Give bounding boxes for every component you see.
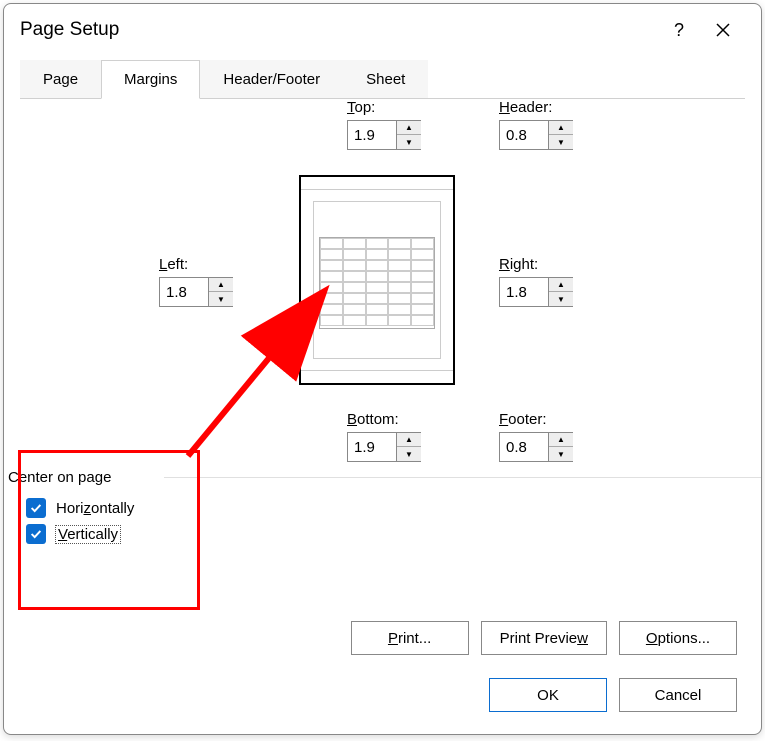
ok-button[interactable]: OK [489,678,607,712]
bottom-spin-up[interactable]: ▲ [397,433,421,447]
check-icon [29,527,43,541]
horizontally-checkbox[interactable] [26,498,46,518]
top-spinner[interactable]: ▲▼ [347,120,421,150]
page-setup-dialog: Page Setup ? Page Margins Header/Footer … [3,3,762,735]
top-spin-up[interactable]: ▲ [397,121,421,135]
footer-spin-down[interactable]: ▼ [549,447,573,461]
tab-header-footer[interactable]: Header/Footer [200,60,343,98]
bottom-label: Bottom: [347,411,421,428]
page-preview [299,175,455,385]
dialog-title: Page Setup [20,19,657,41]
margins-panel: Top: ▲▼ Header: ▲▼ Left: ▲▼ Right: [4,99,761,659]
left-spin-down[interactable]: ▼ [209,292,233,306]
close-icon [715,22,731,38]
tab-page[interactable]: Page [20,60,101,98]
right-label: Right: [499,256,573,273]
left-spinner[interactable]: ▲▼ [159,277,233,307]
right-spin-up[interactable]: ▲ [549,278,573,292]
tab-bar: Page Margins Header/Footer Sheet [20,60,745,99]
print-preview-button[interactable]: Print Preview [481,621,607,655]
tab-sheet[interactable]: Sheet [343,60,428,98]
header-label: Header: [499,99,573,116]
cancel-button[interactable]: Cancel [619,678,737,712]
top-label: Top: [347,99,421,116]
footer-input[interactable] [500,433,548,461]
footer-spinner[interactable]: ▲▼ [499,432,573,462]
horizontally-label: Horizontally [56,500,134,517]
close-button[interactable] [701,14,745,46]
header-spin-down[interactable]: ▼ [549,135,573,149]
bottom-spin-down[interactable]: ▼ [397,447,421,461]
header-input[interactable] [500,121,548,149]
bottom-input[interactable] [348,433,396,461]
help-button[interactable]: ? [657,14,701,46]
left-spin-up[interactable]: ▲ [209,278,233,292]
footer-spin-up[interactable]: ▲ [549,433,573,447]
top-spin-down[interactable]: ▼ [397,135,421,149]
check-icon [29,501,43,515]
center-on-page-legend: Center on page [8,469,368,486]
preview-grid [319,237,435,329]
print-button[interactable]: Print... [351,621,469,655]
vertically-checkbox[interactable] [26,524,46,544]
bottom-spinner[interactable]: ▲▼ [347,432,421,462]
vertically-label: Vertically [56,526,120,543]
right-input[interactable] [500,278,548,306]
right-spin-down[interactable]: ▼ [549,292,573,306]
action-buttons: Print... Print Preview Options... [351,621,737,655]
right-spinner[interactable]: ▲▼ [499,277,573,307]
tab-margins[interactable]: Margins [101,60,200,99]
footer-label: Footer: [499,411,573,428]
titlebar: Page Setup ? [4,4,761,56]
header-spin-up[interactable]: ▲ [549,121,573,135]
left-label: Left: [159,256,233,273]
options-button[interactable]: Options... [619,621,737,655]
header-spinner[interactable]: ▲▼ [499,120,573,150]
left-input[interactable] [160,278,208,306]
center-on-page-group: Center on page Horizontally Vertically [8,469,368,550]
top-input[interactable] [348,121,396,149]
dialog-buttons: OK Cancel [489,678,737,712]
